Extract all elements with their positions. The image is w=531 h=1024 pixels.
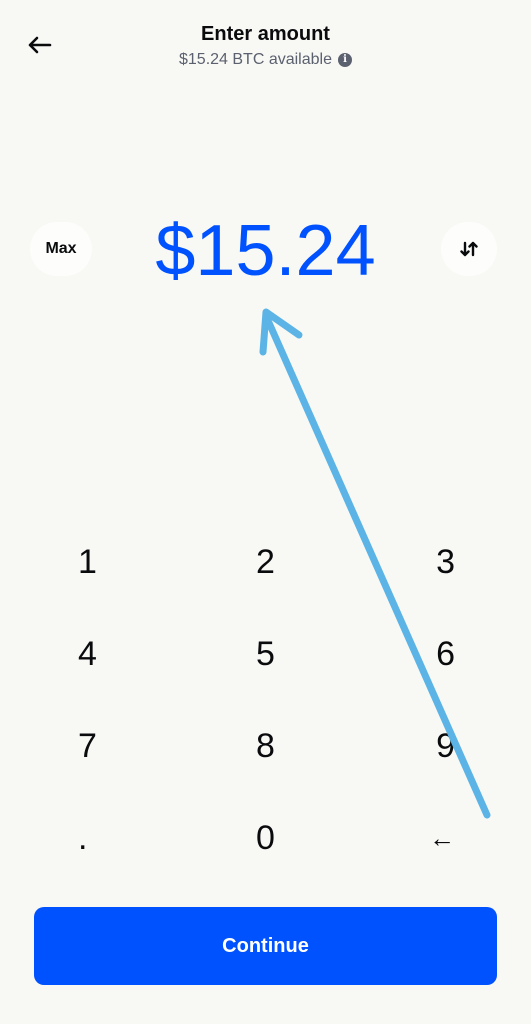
number-keypad: 1 2 3 4 5 6 7 8 9 . 0 ← xyxy=(0,516,531,884)
enter-amount-screen: Enter amount $15.24 BTC available i Max … xyxy=(0,0,531,1024)
key-8[interactable]: 8 xyxy=(177,700,354,792)
swap-vertical-icon xyxy=(460,241,478,257)
key-3[interactable]: 3 xyxy=(354,516,531,608)
key-6[interactable]: 6 xyxy=(354,608,531,700)
key-0[interactable]: 0 xyxy=(177,792,354,884)
available-balance-text: $15.24 BTC available xyxy=(179,51,332,68)
header: Enter amount $15.24 BTC available i xyxy=(0,22,531,70)
key-4[interactable]: 4 xyxy=(0,608,177,700)
max-button[interactable]: Max xyxy=(30,222,92,276)
continue-button[interactable]: Continue xyxy=(34,907,497,985)
key-decimal[interactable]: . xyxy=(0,792,177,884)
key-1[interactable]: 1 xyxy=(0,516,177,608)
swap-currency-button[interactable] xyxy=(441,222,497,276)
key-9[interactable]: 9 xyxy=(354,700,531,792)
amount-display: $15.24 xyxy=(155,211,376,291)
available-balance: $15.24 BTC available i xyxy=(179,50,352,70)
key-7[interactable]: 7 xyxy=(0,700,177,792)
key-5[interactable]: 5 xyxy=(177,608,354,700)
info-icon[interactable]: i xyxy=(337,53,352,67)
page-title: Enter amount xyxy=(201,23,330,45)
key-2[interactable]: 2 xyxy=(177,516,354,608)
key-backspace[interactable]: ← xyxy=(354,792,531,884)
